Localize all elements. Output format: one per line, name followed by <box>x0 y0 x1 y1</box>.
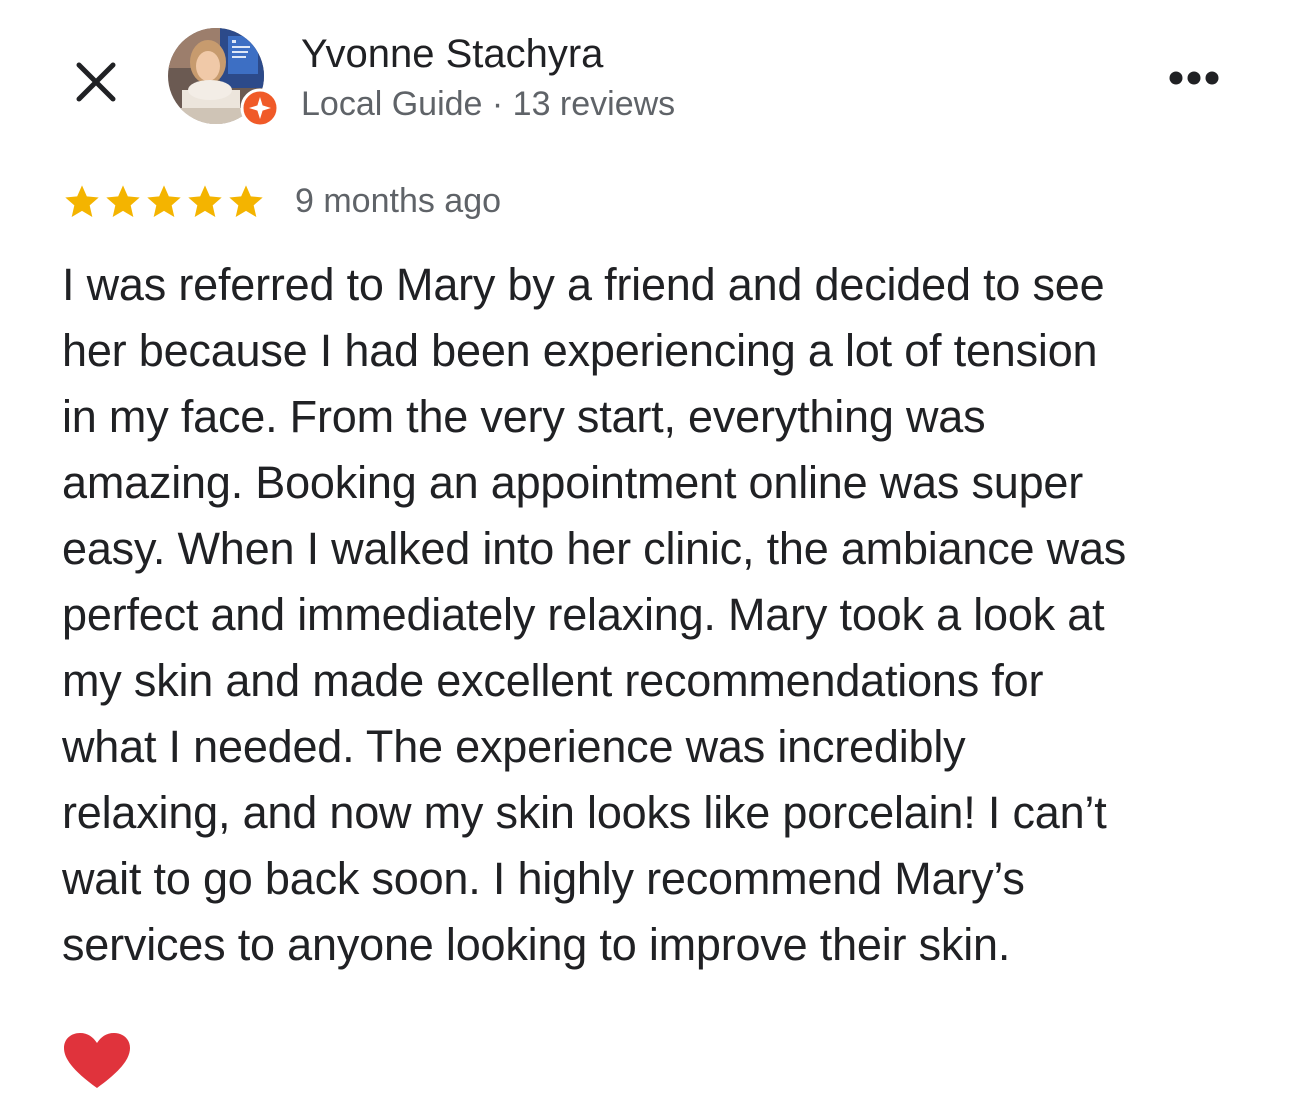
star-icon <box>106 185 140 217</box>
review-date: 9 months ago <box>295 182 502 220</box>
more-options-button[interactable] <box>1160 52 1228 104</box>
review-text-line: her because I had been experiencing a lo… <box>62 325 1098 376</box>
review-text-line: in my face. From the very start, everyth… <box>62 391 986 442</box>
star-icon <box>147 185 181 217</box>
review-text-line: relaxing, and now my skin looks like por… <box>62 787 1107 838</box>
review-text-line: amazing. Booking an appointment online w… <box>62 457 1084 508</box>
review-text-line: I was referred to Mary by a friend and d… <box>62 259 1105 310</box>
review-text-line: my skin and made excellent recommendatio… <box>62 655 1044 706</box>
review-text: I was referred to Mary by a friend and d… <box>62 252 1242 978</box>
reviewer-name[interactable]: Yvonne Stachyra <box>301 30 603 78</box>
review-text-line: wait to go back soon. I highly recommend… <box>62 853 1025 904</box>
more-horizontal-icon <box>1169 71 1219 85</box>
star-icon <box>65 185 99 217</box>
review-text-line: services to anyone looking to improve th… <box>62 919 1011 970</box>
review-text-line: easy. When I walked into her clinic, the… <box>62 523 1127 574</box>
heart-emoji-icon <box>62 1032 132 1092</box>
reviewer-meta: Local Guide · 13 reviews <box>301 85 676 123</box>
close-button[interactable] <box>64 50 128 114</box>
review-text-line: perfect and immediately relaxing. Mary t… <box>62 589 1105 640</box>
star-icon <box>229 185 263 217</box>
star-icon <box>188 185 222 217</box>
reviewer-avatar-group[interactable] <box>168 28 280 132</box>
review-text-line: what I needed. The experience was incred… <box>62 721 966 772</box>
star-rating <box>62 182 267 222</box>
close-icon <box>76 62 116 102</box>
local-guide-badge-icon <box>240 88 280 128</box>
